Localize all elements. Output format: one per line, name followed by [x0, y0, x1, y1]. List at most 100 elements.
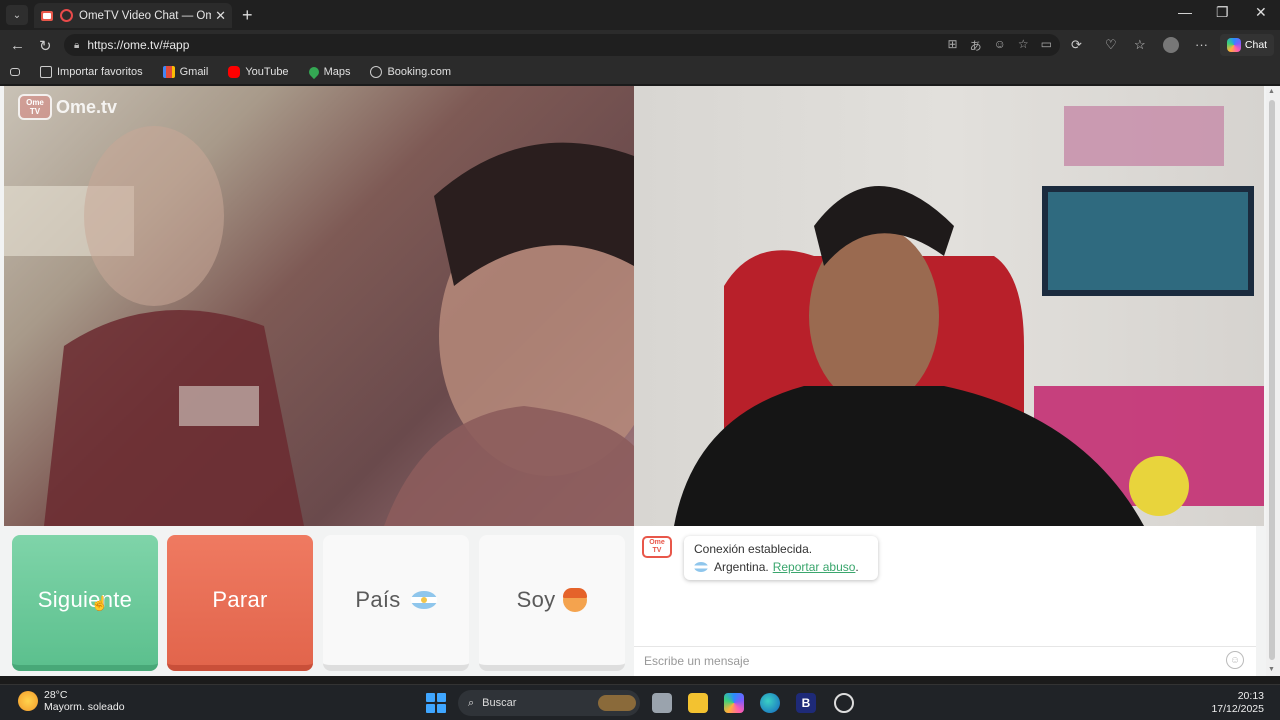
country-selector-button[interactable]: País [323, 535, 469, 671]
windows-start-icon[interactable] [426, 693, 446, 713]
connection-status-text: Conexión establecida. [694, 542, 813, 556]
scroll-up-icon[interactable]: ▲ [1268, 88, 1275, 95]
bookmark-youtube[interactable]: YouTube [228, 66, 289, 78]
recording-app-icon[interactable] [834, 693, 854, 713]
back-arrow-icon[interactable]: ← [10, 37, 25, 54]
bookmark-booking[interactable]: Booking.com [370, 66, 451, 78]
more-options-icon[interactable]: ··· [1195, 37, 1208, 52]
report-suffix: . [855, 560, 859, 574]
browser-tab-ometv[interactable]: OmeTV Video Chat — Omegle ✕ [34, 3, 232, 28]
copilot-app-icon[interactable] [724, 693, 744, 713]
recording-indicator-icon [60, 9, 73, 22]
bookmarks-bar: Importar favoritos Gmail YouTube Maps Bo… [0, 60, 1280, 85]
next-button-label: Siguiente [37, 587, 133, 612]
bookmark-maps[interactable]: Maps [306, 64, 351, 80]
partner-country-text: Argentina. [714, 560, 769, 574]
minimize-button[interactable]: — [1178, 4, 1192, 20]
chat-button-label: Chat [1244, 39, 1268, 51]
weather-widget[interactable]: 28°C Mayorm. soleado [18, 689, 125, 713]
ometv-logo: Ome TV Ome.tv [18, 94, 117, 120]
close-window-button[interactable]: ✕ [1255, 4, 1267, 21]
youtube-icon [228, 66, 241, 78]
temperature-text: 28°C [44, 689, 68, 701]
stop-button[interactable]: Parar [167, 535, 313, 671]
clock-time: 20:13 [1237, 690, 1264, 702]
translate-icon[interactable]: あ [970, 37, 982, 54]
message-input-placeholder: Escribe un mensaje [644, 653, 750, 668]
next-button[interactable]: Siguiente [12, 535, 158, 671]
tab-close-icon[interactable]: ✕ [215, 8, 226, 24]
favorite-star-icon[interactable]: ☆ [1018, 37, 1029, 54]
logo-badge: Ome TV [18, 94, 52, 120]
restore-button[interactable]: ❐ [1216, 4, 1229, 21]
new-tab-button[interactable]: + [242, 5, 253, 26]
copilot-icon [1226, 38, 1241, 52]
stop-button-label: Parar [212, 587, 268, 612]
own-camera-video [634, 86, 1264, 526]
import-icon [40, 66, 52, 78]
url-text: https://ome.tv/#app [87, 38, 190, 52]
stranger-video-frame [4, 126, 634, 526]
scroll-down-icon[interactable]: ▼ [1268, 666, 1275, 673]
ometv-app: Ome TV Ome.tv Siguiente Parar País Soy O… [0, 86, 1266, 676]
clock-date: 17/12/2025 [1211, 703, 1264, 715]
chevron-down-icon: ⌄ [12, 9, 22, 21]
bookmark-label: Gmail [179, 66, 209, 78]
message-input[interactable]: Escribe un mensaje ☺ [634, 646, 1256, 674]
weather-text: Mayorm. soleado [44, 701, 125, 713]
argentina-flag-icon [410, 591, 437, 609]
favorites-icon[interactable]: ☆ [1134, 37, 1146, 53]
chat-bot-logo-icon: Ome TV [642, 536, 672, 558]
booking-app-icon[interactable]: B [796, 693, 816, 713]
gender-button-label: Soy [516, 587, 556, 612]
own-video-frame [674, 106, 1264, 526]
gmail-icon [162, 66, 175, 78]
bookmark-import[interactable]: Importar favoritos [40, 66, 143, 78]
task-view-icon[interactable] [652, 693, 672, 713]
tab-title: OmeTV Video Chat — Omegle [79, 9, 212, 22]
bookmark-label: Importar favoritos [57, 66, 143, 78]
search-icon: ⌕ [468, 696, 475, 709]
app-available-icon[interactable]: ⊞ [948, 37, 958, 54]
immersive-reader-icon[interactable]: ☺ [994, 37, 1006, 54]
emoji-picker-icon[interactable]: ☺ [1226, 651, 1244, 669]
page-scrollbar[interactable]: ▲ ▼ [1266, 86, 1280, 676]
profile-avatar[interactable] [1163, 37, 1179, 53]
tab-actions-menu[interactable]: ⌄ [6, 5, 28, 25]
report-abuse-link[interactable]: Reportar abuso [773, 558, 856, 576]
extensions-icon[interactable]: ⟳ [1071, 37, 1082, 53]
mouse-cursor-icon: ☝ [91, 595, 109, 611]
search-highlight-icon [598, 695, 636, 711]
chat-panel: Ome TV Conexión establecida. Argentina. … [634, 526, 1256, 676]
argentina-flag-small-icon [694, 562, 708, 572]
windows-taskbar: 28°C Mayorm. soleado ⌕ Buscar B 20:13 17… [0, 684, 1280, 720]
system-message-bubble: Conexión establecida. Argentina. Reporta… [684, 536, 878, 580]
tab-bar: ⌄ OmeTV Video Chat — Omegle ✕ + — ❐ ✕ [0, 0, 1280, 30]
camera-in-use-icon[interactable]: ▭ [1041, 37, 1052, 54]
taskbar-search[interactable]: ⌕ Buscar [458, 690, 640, 716]
scrollbar-thumb[interactable] [1269, 100, 1275, 660]
site-info-icon[interactable]: 🔒︎ [74, 40, 79, 51]
stranger-video: Ome TV Ome.tv [4, 86, 634, 526]
bookmark-gmail[interactable]: Gmail [162, 66, 209, 78]
sidebar-toggle-icon[interactable] [10, 68, 20, 76]
search-label: Buscar [482, 697, 517, 709]
logo-text: Ome.tv [56, 96, 118, 117]
browser-essentials-icon[interactable]: ♡ [1105, 37, 1117, 53]
edge-browser-icon[interactable] [760, 693, 780, 713]
refresh-icon[interactable]: ↻ [39, 37, 52, 55]
address-toolbar: ← ↻ 🔒︎ https://ome.tv/#app ⊞ あ ☺ ☆ ▭ [0, 30, 1280, 60]
bookmark-label: Booking.com [387, 66, 452, 78]
address-bar[interactable]: 🔒︎ https://ome.tv/#app ⊞ あ ☺ ☆ ▭ [64, 34, 1060, 56]
file-explorer-icon[interactable] [688, 693, 708, 713]
gender-selector-button[interactable]: Soy [479, 535, 625, 671]
globe-icon [370, 66, 383, 78]
maps-icon [306, 64, 321, 80]
weather-sun-icon [18, 691, 38, 711]
system-clock[interactable]: 20:13 17/12/2025 [1211, 690, 1264, 716]
tab-favicon-icon [40, 9, 54, 23]
boy-face-icon [563, 588, 588, 612]
bookmark-label: YouTube [245, 66, 289, 78]
bookmark-label: Maps [323, 66, 351, 78]
copilot-chat-button[interactable]: Chat [1220, 34, 1274, 56]
